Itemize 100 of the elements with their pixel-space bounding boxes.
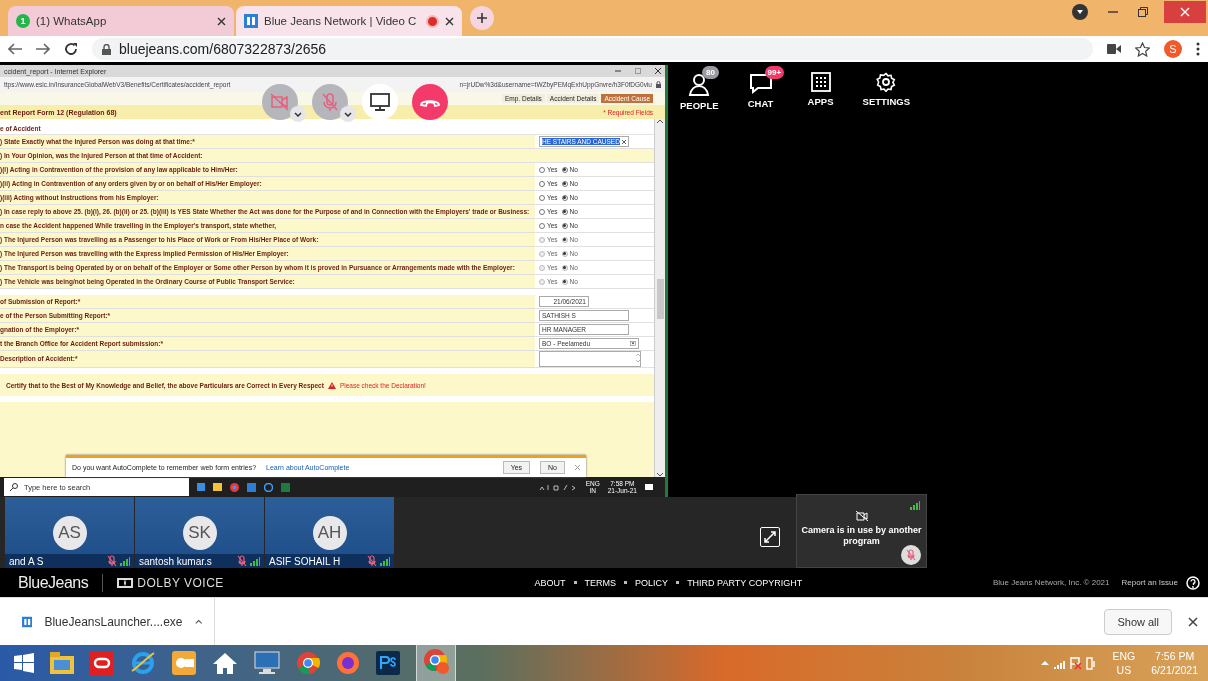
phone-hangup-icon: [419, 97, 441, 107]
browser-tab[interactable]: 1 (1) WhatsApp: [8, 6, 234, 36]
app-icon[interactable]: [247, 482, 256, 492]
radio-button[interactable]: [539, 208, 545, 215]
count-badge: 80: [702, 66, 719, 79]
show-all-button[interactable]: Show all: [1104, 608, 1172, 635]
chrome-profile-icon: [423, 648, 449, 674]
signal-icon: [250, 556, 260, 566]
folder-icon[interactable]: [50, 652, 74, 674]
dolby-logo-icon: [117, 577, 134, 588]
mic-off-icon: [367, 555, 377, 567]
address-bar[interactable]: bluejeans.com/6807322873/2656: [92, 38, 1093, 60]
close-icon[interactable]: [1188, 616, 1198, 627]
chrome-icon[interactable]: [230, 482, 239, 492]
mail-app-icon[interactable]: [172, 651, 196, 675]
up-icon: [657, 119, 663, 123]
plus-icon: [477, 13, 487, 23]
brand-logo: BlueJeans: [18, 573, 104, 592]
participant-name: santosh kumar.s: [139, 555, 213, 567]
browser-icon[interactable]: [264, 482, 273, 492]
back-icon[interactable]: [8, 43, 22, 55]
browser-tab[interactable]: Blue Jeans Network | Video C: [236, 6, 462, 36]
participant-name: and A S: [9, 555, 45, 567]
close-icon[interactable]: [217, 16, 226, 26]
settings-icon[interactable]: [876, 72, 897, 92]
expand-icon: [764, 531, 776, 543]
radio-button[interactable]: [539, 222, 545, 229]
clock-time: 7:56 PM: [1155, 648, 1195, 663]
more-icon[interactable]: [1196, 42, 1200, 56]
radio-button[interactable]: [539, 194, 545, 201]
tab-title: Blue Jeans Network | Video C: [264, 15, 418, 27]
mic-off-icon: [107, 555, 117, 567]
clear-icon[interactable]: [622, 139, 626, 144]
close-icon: [1180, 7, 1190, 17]
spreadsheet-icon[interactable]: [281, 482, 290, 492]
search-icon: [10, 483, 18, 491]
notification-icon[interactable]: [645, 483, 653, 491]
caret-up-icon[interactable]: [194, 618, 202, 625]
apps-icon[interactable]: [810, 72, 831, 92]
help-icon[interactable]: [1186, 575, 1200, 590]
star-icon[interactable]: [1135, 41, 1150, 57]
signal-icon: [380, 556, 390, 566]
download-file-name[interactable]: BlueJeansLauncher....exe: [44, 614, 183, 629]
avatar-initials: AS: [52, 516, 87, 550]
radio-button[interactable]: [561, 208, 568, 215]
radio-button[interactable]: [561, 180, 568, 187]
region-indicator: US: [1116, 663, 1132, 678]
caret-icon: [344, 111, 352, 117]
footer-link[interactable]: THIRD PARTY COPYRIGHT: [687, 577, 803, 588]
radio-button[interactable]: [561, 222, 568, 229]
nav-label[interactable]: SETTINGS: [862, 96, 911, 107]
avatar-initials: SK: [182, 516, 217, 550]
photo-editor-icon[interactable]: [376, 651, 400, 675]
report-link[interactable]: Report an Issue: [1121, 578, 1178, 587]
avatar-initials: AH: [312, 516, 347, 550]
reload-icon[interactable]: [64, 42, 78, 56]
expand-button[interactable]: [760, 527, 780, 547]
forward-icon[interactable]: [36, 43, 50, 55]
signal-icon: [910, 501, 920, 510]
muted-mic-button[interactable]: [901, 545, 921, 565]
footer-link[interactable]: ABOUT: [534, 577, 566, 588]
lock-icon: [656, 81, 661, 88]
media-control-icon[interactable]: [1072, 4, 1088, 20]
chrome-icon[interactable]: [296, 651, 320, 675]
camera-off-icon: [270, 92, 290, 112]
new-tab-button[interactable]: [470, 6, 494, 30]
browser-icon[interactable]: [130, 651, 156, 675]
mic-off-icon: [237, 555, 247, 567]
tray-icons: [537, 483, 578, 491]
site-icon: [244, 14, 258, 28]
nav-label[interactable]: PEOPLE: [680, 100, 719, 111]
monitor-icon[interactable]: [254, 651, 280, 675]
home-icon[interactable]: [212, 651, 238, 675]
down-icon: [657, 473, 663, 477]
start-icon[interactable]: [14, 653, 34, 673]
ring-app-icon[interactable]: [90, 651, 114, 675]
footer-link[interactable]: POLICY: [635, 577, 669, 588]
nav-label[interactable]: CHAT: [747, 98, 774, 109]
camera-message: Camera is in use by another program: [800, 525, 923, 547]
radio-button[interactable]: [561, 194, 568, 201]
lock-icon: [102, 43, 111, 55]
close-icon[interactable]: [445, 16, 454, 26]
participant-name: ASIF SOHAIL H: [269, 555, 342, 567]
signal-icon: [120, 556, 130, 566]
minimize-icon: [615, 68, 621, 74]
count-badge: 99+: [764, 66, 785, 79]
radio-button[interactable]: [539, 180, 545, 187]
active-taskbar-app[interactable]: [416, 644, 456, 681]
mic-off-icon: [320, 92, 340, 112]
footer-link[interactable]: TERMS: [584, 577, 617, 588]
nav-label[interactable]: APPS: [807, 96, 834, 107]
camera-icon[interactable]: [1107, 44, 1121, 54]
radio-button[interactable]: [561, 166, 568, 173]
notification-badge: 1: [16, 14, 30, 28]
warning-icon: [327, 381, 336, 389]
radio-button[interactable]: [539, 166, 545, 173]
monitor-icon: [370, 93, 390, 111]
copyright-text: Blue Jeans Network, Inc. © 2021: [992, 578, 1110, 587]
restore-icon[interactable]: [1138, 7, 1148, 17]
camera-off-icon: [855, 511, 868, 521]
